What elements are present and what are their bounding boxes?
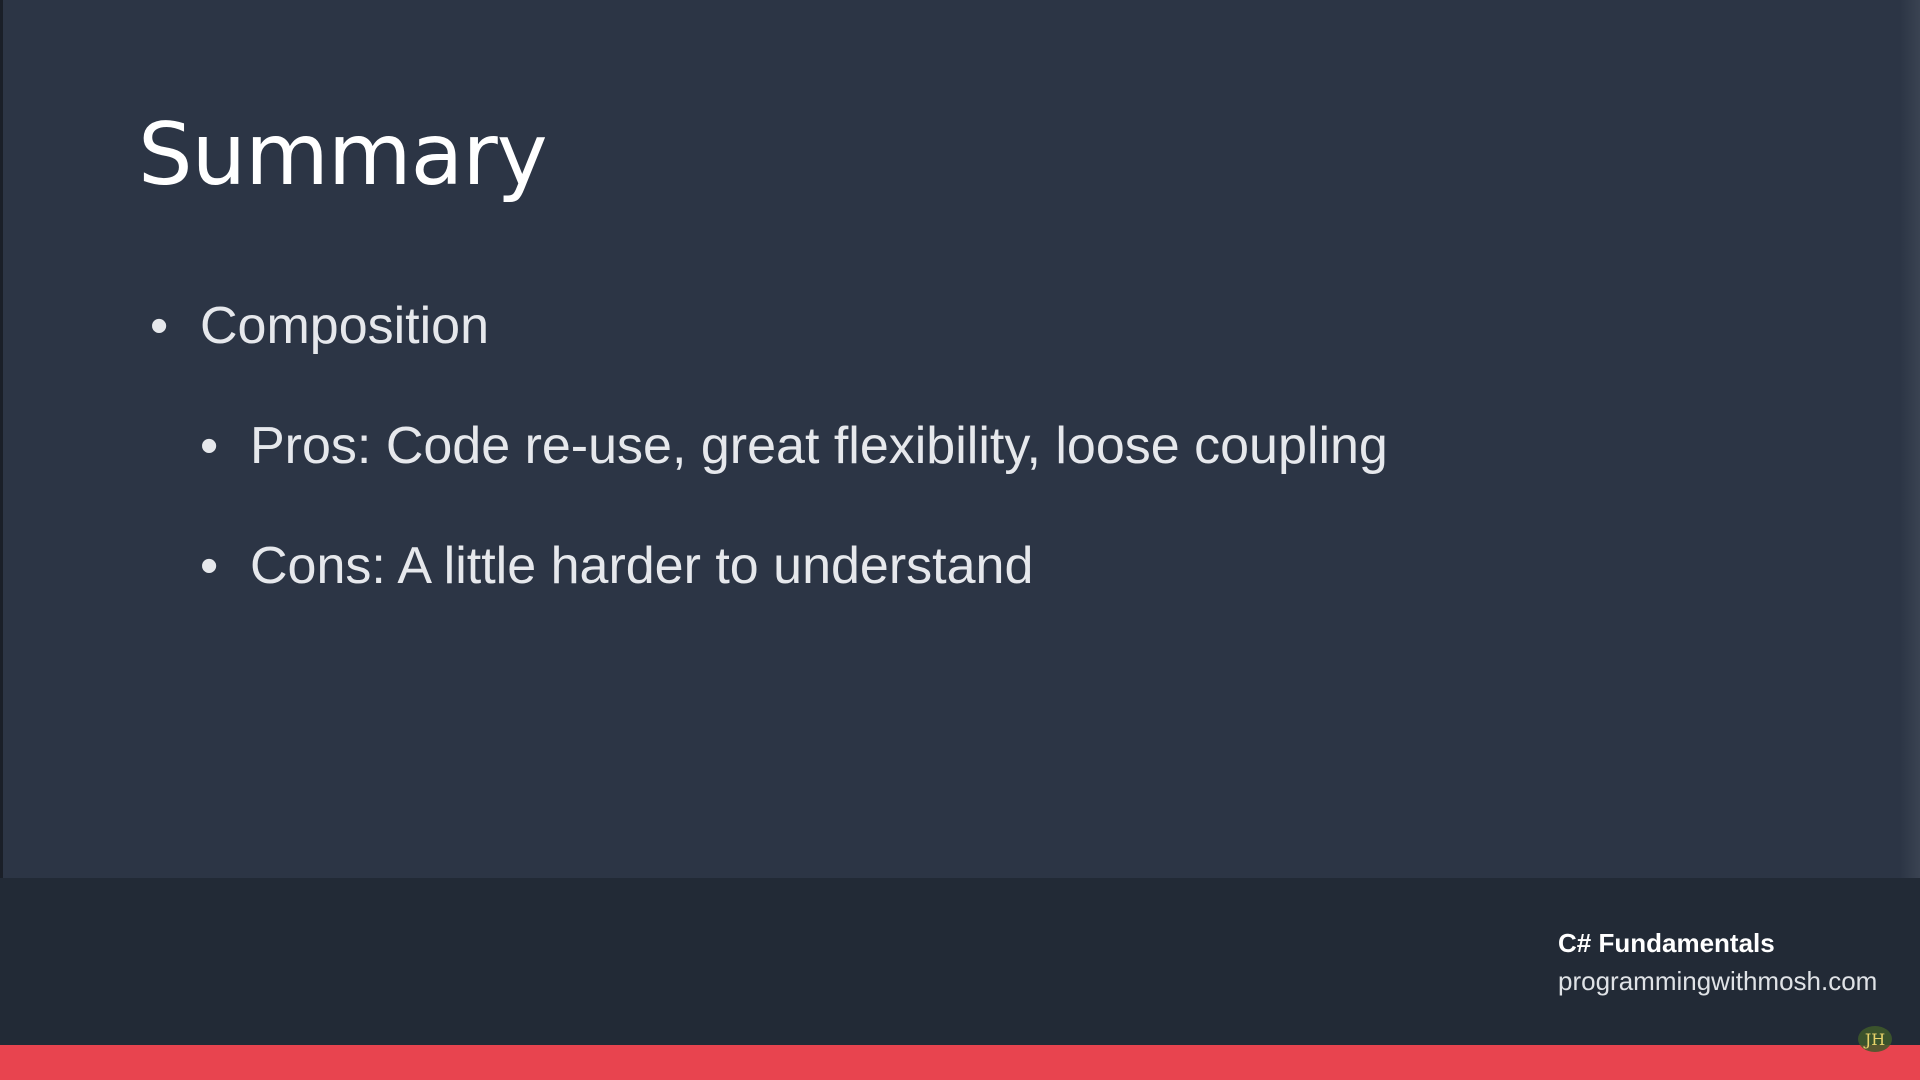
course-name: C# Fundamentals: [1558, 928, 1775, 958]
bullet-dot-icon: •: [150, 297, 169, 355]
slide-title: Summary: [138, 105, 548, 205]
bullet-composition: • Composition: [150, 300, 489, 352]
watermark-logo-icon: JH: [1858, 1026, 1892, 1052]
slide-footer: [0, 878, 1920, 1045]
bullet-dot-icon: •: [200, 537, 219, 595]
slide: Summary • Composition • Pros: Code re-us…: [0, 0, 1920, 1080]
watermark-text: JH: [1863, 1030, 1885, 1049]
bullet-text: Composition: [200, 297, 490, 355]
bullet-text: Cons: A little harder to understand: [250, 537, 1034, 595]
site-url: programmingwithmosh.com: [1558, 966, 1878, 996]
bullet-pros: • Pros: Code re-use, great flexibility, …: [200, 420, 1388, 472]
bullet-dot-icon: •: [200, 417, 219, 475]
accent-bar: [0, 1045, 1920, 1080]
bullet-cons: • Cons: A little harder to understand: [200, 540, 1033, 592]
bullet-text: Pros: Code re-use, great flexibility, lo…: [250, 417, 1388, 475]
